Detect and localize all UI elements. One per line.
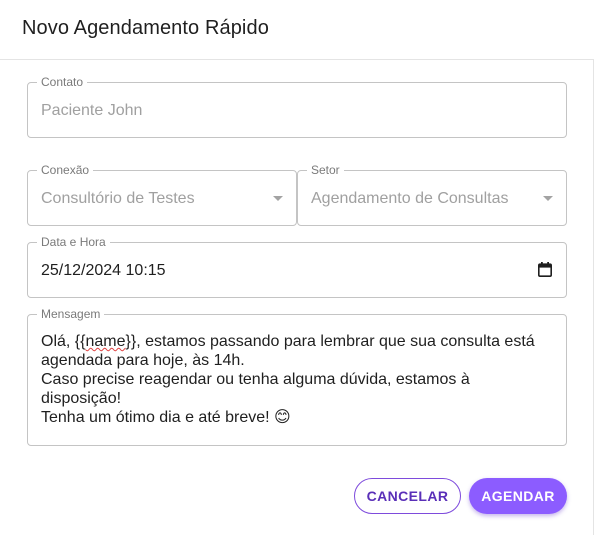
chevron-down-icon[interactable] <box>543 196 553 201</box>
contact-label: Contato <box>37 74 88 90</box>
chevron-down-icon[interactable] <box>273 196 283 201</box>
title-divider <box>0 59 594 60</box>
sector-label: Setor <box>307 162 344 178</box>
calendar-icon[interactable] <box>538 262 552 277</box>
sector-select[interactable]: Setor Agendamento de Consultas <box>297 162 567 226</box>
sector-value: Agendamento de Consultas <box>311 190 509 207</box>
message-label: Mensagem <box>37 306 105 322</box>
message-line3: Tenha um ótimo dia e até breve! 😊 <box>41 409 291 426</box>
message-content: Olá, {{name}}, estamos passando para lem… <box>41 332 554 427</box>
message-variable-name: name <box>85 333 126 350</box>
datetime-label: Data e Hora <box>37 234 110 250</box>
datetime-value: 25/12/2024 10:15 <box>41 262 166 279</box>
dialog-title: Novo Agendamento Rápido <box>22 17 269 39</box>
schedule-button[interactable]: AGENDAR <box>469 478 567 514</box>
contact-field[interactable]: Contato Paciente John <box>27 74 567 138</box>
cancel-button[interactable]: CANCELAR <box>354 478 461 514</box>
contact-value: Paciente John <box>41 102 143 119</box>
connection-label: Conexão <box>37 162 94 178</box>
message-line1-start: Olá, {{ <box>41 333 86 350</box>
connection-select[interactable]: Conexão Consultório de Testes <box>27 162 297 226</box>
connection-value: Consultório de Testes <box>41 190 195 207</box>
quick-schedule-dialog: Novo Agendamento Rápido Contato Paciente… <box>0 0 594 535</box>
datetime-field[interactable]: Data e Hora 25/12/2024 10:15 <box>27 234 567 298</box>
message-textarea[interactable]: Mensagem Olá, {{name}}, estamos passando… <box>27 306 567 446</box>
message-line2: Caso precise reagendar ou tenha alguma d… <box>41 371 470 407</box>
